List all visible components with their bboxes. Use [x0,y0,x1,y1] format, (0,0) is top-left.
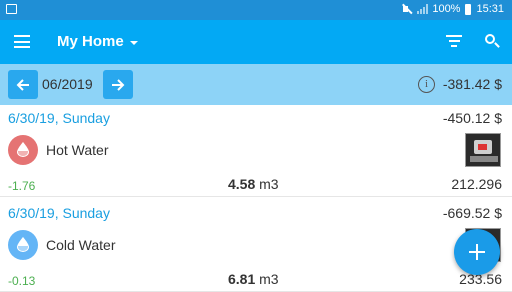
cold-water-icon [8,230,38,260]
battery-icon [465,3,472,15]
entry-date: 6/30/19, Sunday [8,110,110,126]
entry-usage: 6.81 m3 [228,271,279,287]
menu-icon[interactable] [14,35,30,48]
home-selector[interactable]: My Home [57,33,138,50]
battery-percent: 100% [432,3,461,15]
water-drop-icon [17,142,29,157]
add-entry-button[interactable] [454,229,500,275]
arrow-left-icon [16,79,29,91]
water-drop-icon [17,237,29,252]
chevron-down-icon [129,40,138,45]
app-bar: My Home [0,20,512,64]
list-item[interactable]: 6/30/19, Sunday -669.52 $ Cold Water -0.… [0,200,512,292]
filter-icon[interactable] [446,35,462,49]
entry-name: Hot Water [46,142,109,158]
next-month-button[interactable] [103,70,133,99]
entry-name: Cold Water [46,237,116,253]
entry-diff: -1.76 [8,179,36,193]
usage-unit: m3 [259,271,279,287]
status-bar: 100% 15:31 [0,0,512,20]
mute-icon [402,4,412,14]
entry-amount: -669.52 $ [442,205,502,221]
entry-diff: -0.13 [8,274,36,288]
info-icon[interactable]: i [418,76,435,93]
status-icons: 100% 15:31 [402,3,504,15]
entry-date: 6/30/19, Sunday [8,205,110,221]
image-notification-icon [6,4,17,14]
home-title: My Home [57,33,124,50]
usage-unit: m3 [259,176,279,192]
list-item[interactable]: 6/30/19, Sunday -450.12 $ Hot Water -1.7… [0,105,512,197]
arrow-right-icon [112,79,125,91]
previous-month-button[interactable] [8,70,38,99]
entry-reading: 212.296 [451,176,502,192]
entry-amount: -450.12 $ [442,110,502,126]
search-icon[interactable] [484,33,500,49]
hot-water-icon [8,135,38,165]
signal-icon [417,4,429,14]
meter-photo-thumbnail[interactable] [465,133,501,167]
usage-value: 4.58 [228,176,256,192]
clock: 15:31 [476,3,504,15]
period-label: 06/2019 [42,76,93,92]
period-total: -381.42 $ [442,76,502,92]
usage-value: 6.81 [228,271,256,287]
entry-usage: 4.58 m3 [228,176,279,192]
period-bar: 06/2019 i -381.42 $ [0,64,512,105]
